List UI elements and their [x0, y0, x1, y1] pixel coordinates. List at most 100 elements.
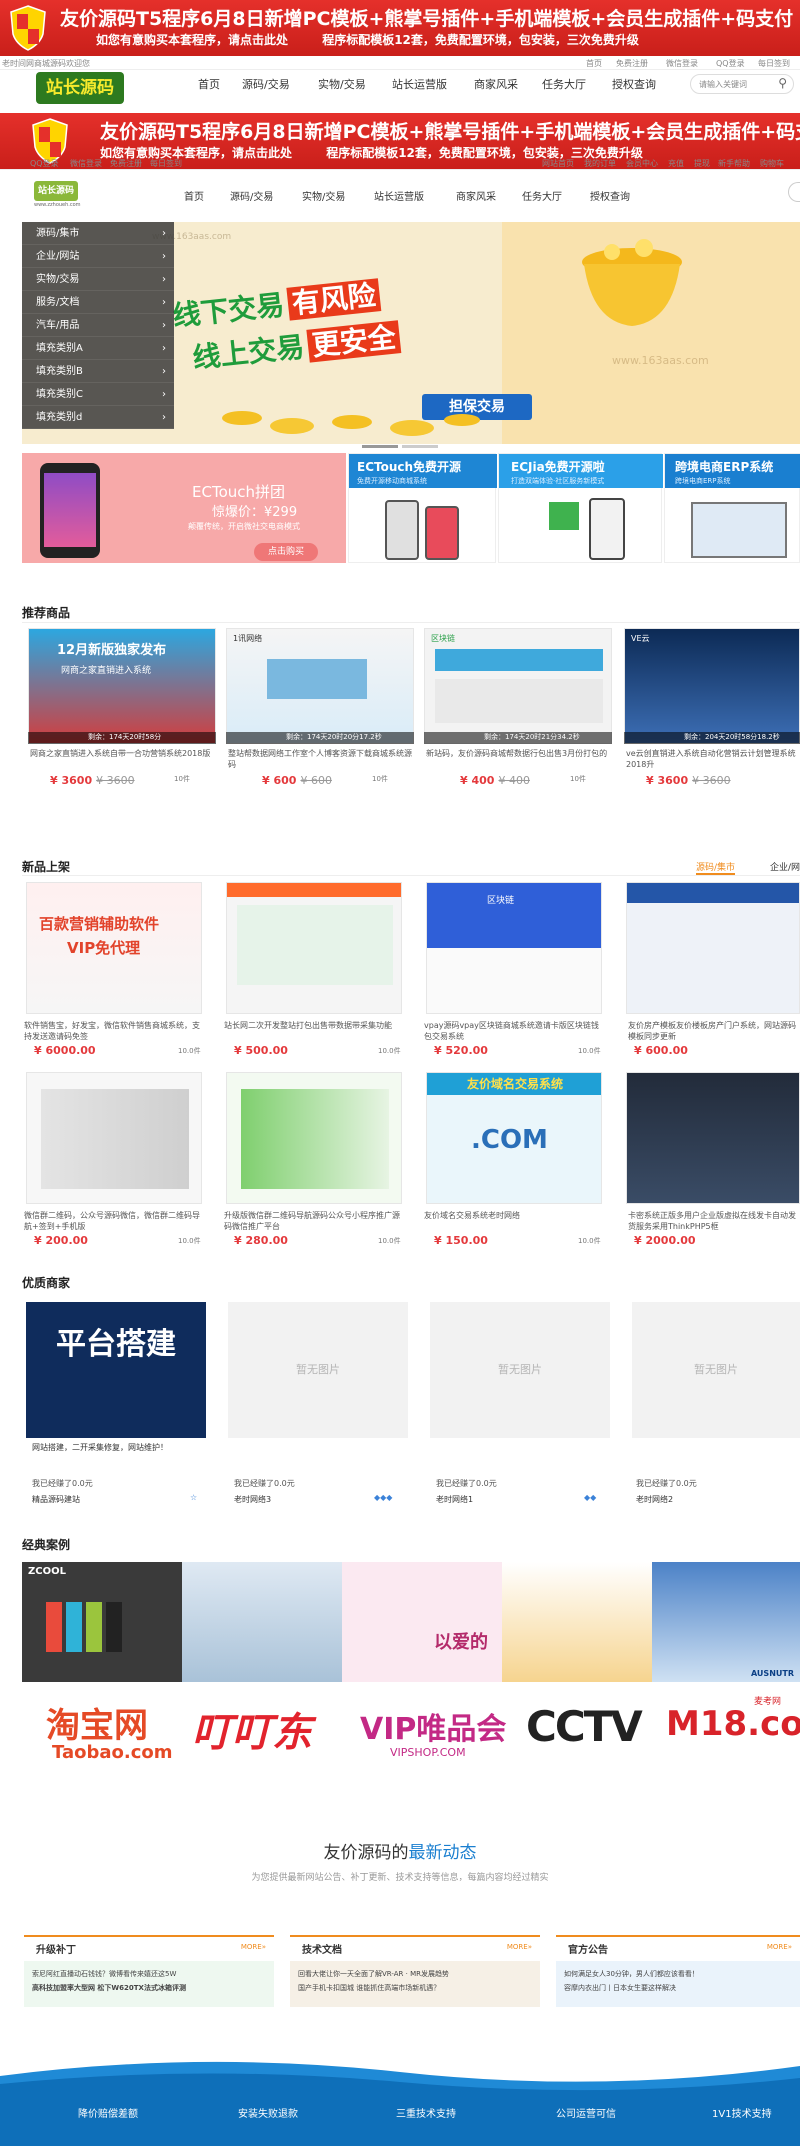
nav-webmaster[interactable]: 站长运营版 [392, 76, 447, 92]
product-card[interactable]: 站长网二次开发整站打包出售带数据带采集功能 ¥ 500.00 10.0件 [222, 882, 406, 1062]
news-item[interactable]: 如何满足女人30分钟，男人们都应该看看！ [564, 1967, 792, 1981]
nav2-webmaster[interactable]: 站长运营版 [374, 188, 424, 203]
promo-tile-opensource[interactable]: ECTouch免费开源 免费开源移动商城系统 [348, 453, 497, 563]
nav-home[interactable]: 首页 [198, 76, 220, 92]
product-card[interactable]: 区块链 剩余：174天20时21分34.2秒 新站码，友价源码商城帮数据行包出售… [424, 628, 612, 820]
product-title[interactable]: ve云创直销进入系统自动化营销云计划管理系统2018升 [626, 748, 798, 770]
product-title[interactable]: 卡密系统正版多用户企业版虚拟在线发卡自动发货服务采用ThinkPHP5框 [628, 1210, 800, 1232]
product-title[interactable]: 软件销售宝，好发宝，微信软件销售商城系统，支持发送邀请码免签 [24, 1020, 204, 1042]
product-image[interactable] [626, 1072, 800, 1204]
category-item[interactable]: 填充类别C › [22, 383, 174, 406]
product-title[interactable]: 升级版微信群二维码导航源码公众号小程序推广源码微信推广平台 [224, 1210, 404, 1232]
product-title[interactable]: 新站码，友价源码商城帮数据行包出售3月份打包的 [426, 748, 610, 770]
topbar-qq-login[interactable]: QQ登录 [716, 58, 745, 69]
merchant-image-placeholder[interactable]: 暂无图片 [632, 1302, 800, 1438]
more-link[interactable]: MORE» [507, 1943, 532, 1951]
product-image[interactable] [26, 1072, 202, 1204]
merchant-name[interactable]: 老时网络1 [436, 1494, 473, 1505]
product-card[interactable]: VE云 剩余：204天20时58分18.2秒 ve云创直销进入系统自动化营销云计… [624, 628, 800, 820]
product-image[interactable]: 区块链 [424, 628, 612, 744]
brand-logo-taobao[interactable]: 淘宝网 Taobao.com [22, 1688, 173, 1778]
case-image[interactable]: AUSNUTR [652, 1562, 800, 1682]
product-image[interactable]: 区块链 [426, 882, 602, 1014]
category-item[interactable]: 企业/网站 › [22, 245, 174, 268]
topbar-wechat-login[interactable]: 微信登录 [666, 58, 698, 69]
case-image[interactable]: 以爱的 [342, 1562, 502, 1682]
search-box[interactable]: 请输入关键词 ⚲ [690, 74, 794, 94]
nav-tasks[interactable]: 任务大厅 [542, 76, 586, 92]
product-image[interactable] [626, 882, 800, 1014]
product-image[interactable]: 友价域名交易系统 .COM [426, 1072, 602, 1204]
category-item[interactable]: 服务/文档 › [22, 291, 174, 314]
brand-logo-m18[interactable]: M18.com 麦考网 [660, 1688, 800, 1778]
merchant-name[interactable]: 精品源码建站 [32, 1494, 80, 1505]
topbar-home-link[interactable]: 首页 [586, 58, 602, 69]
topbar-register-link[interactable]: 免费注册 [616, 58, 648, 69]
promo-tile-erp[interactable]: 跨境电商ERP系统 跨境电商ERP系统 [664, 453, 800, 563]
category-item[interactable]: 填充类别d › [22, 406, 174, 429]
product-image[interactable]: 百款营销辅助软件 VIP免代理 [26, 882, 202, 1014]
merchant-image[interactable]: 平台搭建 [26, 1302, 206, 1438]
nav2-tasks[interactable]: 任务大厅 [522, 188, 562, 203]
news-item[interactable]: 容摩内衣出门丨日本女生要这样解决 [564, 1981, 792, 1995]
news-item[interactable]: 索尼阿红直播动石钱钱？微博看传来嬉还这5W [32, 1967, 266, 1981]
brand-logo-cctv[interactable]: CCTV [516, 1688, 646, 1778]
product-card[interactable]: 区块链 vpay源码vpay区块链商城系统邀请卡版区块链钱包交易系统 ¥ 520… [422, 882, 606, 1062]
merchant-name[interactable]: 老时网络2 [636, 1494, 673, 1505]
product-card[interactable]: 微信群二维码，公众号源码微信，微信群二维码导航+签到+手机版 ¥ 200.00 … [22, 1072, 206, 1252]
category-item[interactable]: 填充类别B › [22, 360, 174, 383]
category-item[interactable]: 源码/集市 › [22, 222, 174, 245]
product-card[interactable]: 百款营销辅助软件 VIP免代理 软件销售宝，好发宝，微信软件销售商城系统，支持发… [22, 882, 206, 1062]
product-title[interactable]: 友价房产模板友价楼板房产门户系统，网站源码模板同步更新 [628, 1020, 800, 1042]
brand-logo-dingdong[interactable]: 叮叮东 [186, 1688, 336, 1778]
merchant-image-placeholder[interactable]: 暂无图片 [430, 1302, 610, 1438]
product-title[interactable]: vpay源码vpay区块链商城系统邀请卡版区块链钱包交易系统 [424, 1020, 604, 1042]
footer-refund[interactable]: 安装失败退款 [238, 2105, 298, 2120]
product-card[interactable]: 友价房产模板友价楼板房产门户系统，网站源码模板同步更新 ¥ 600.00 [622, 882, 800, 1062]
tab-source-market[interactable]: 源码/集市 [696, 860, 736, 875]
brand-logo-vipshop[interactable]: VIP唯品会 VIPSHOP.COM [350, 1688, 506, 1778]
nav2-merchants[interactable]: 商家风采 [456, 188, 496, 203]
news-item[interactable]: 回看大佬让你一天全面了解VR-AR · MR发展趋势 [298, 1967, 532, 1981]
search-input[interactable]: 请输入关键词 [699, 79, 747, 90]
product-image[interactable] [226, 882, 402, 1014]
search-icon[interactable]: ⚲ [778, 76, 787, 90]
footer-1v1[interactable]: 1V1技术支持 [712, 2105, 772, 2120]
tab-enterprise[interactable]: 企业/网 [770, 860, 800, 873]
nav2-physical[interactable]: 实物/交易 [302, 188, 345, 203]
category-item[interactable]: 填充类别A › [22, 337, 174, 360]
product-title[interactable]: 友价域名交易系统老时网络 [424, 1210, 604, 1232]
merchant-name[interactable]: 老时网络3 [234, 1494, 271, 1505]
news-item[interactable]: 高科技加盟率大型网 松下W620TX法式冰箱评测 [32, 1981, 266, 1995]
more-link[interactable]: MORE» [241, 1943, 266, 1951]
case-image[interactable] [182, 1562, 342, 1682]
footer-guarantee[interactable]: 降价赔偿差额 [78, 2105, 138, 2120]
case-image[interactable]: ZCOOL [22, 1562, 182, 1682]
buy-button[interactable]: 点击购买 [254, 543, 318, 561]
product-image[interactable]: 1讯网络 [226, 628, 414, 744]
slider-dot[interactable] [402, 445, 438, 448]
promo-tile-ecjia[interactable]: ECJia免费开源啦 打造双端体验·社区服务新模式 [498, 453, 663, 563]
promo-tile-ectouch[interactable]: ECTouch拼团 惊爆价：¥299 颠覆传统，开启微社交电商模式 点击购买 [22, 453, 346, 563]
topbar-signin-link[interactable]: 每日签到 [758, 58, 790, 69]
nav2-license[interactable]: 授权查询 [590, 188, 630, 203]
nav-merchants[interactable]: 商家风采 [474, 76, 518, 92]
promo-banner-top[interactable]: 友价源码T5程序6月8日新增PC模板+熊掌号插件+手机端模板+会员生成插件+码支… [0, 0, 800, 56]
news-item[interactable]: 国产手机卡扣国城 谁能抓住高端市场新机遇？ [298, 1981, 532, 1995]
product-card[interactable]: 升级版微信群二维码导航源码公众号小程序推广源码微信推广平台 ¥ 280.00 1… [222, 1072, 406, 1252]
product-title[interactable]: 网商之家直销进入系统自带一合功营销系统2018版 [30, 748, 214, 770]
product-card[interactable]: 1讯网络 剩余：174天20时20分17.2秒 整站帮数据网络工作室个人博客资源… [226, 628, 414, 820]
nav2-source[interactable]: 源码/交易 [230, 188, 273, 203]
product-image[interactable]: 12月新版独家发布 网商之家直销进入系统 [28, 628, 216, 744]
nav-source[interactable]: 源码/交易 [242, 76, 290, 92]
category-item[interactable]: 实物/交易 › [22, 268, 174, 291]
product-card[interactable]: 12月新版独家发布 网商之家直销进入系统 剩余：174天20时58分 网商之家直… [28, 628, 216, 820]
more-link[interactable]: MORE» [767, 1943, 792, 1951]
product-card[interactable]: 卡密系统正版多用户企业版虚拟在线发卡自动发货服务采用ThinkPHP5框 ¥ 2… [622, 1072, 800, 1252]
product-title[interactable]: 站长网二次开发整站打包出售带数据带采集功能 [224, 1020, 404, 1042]
product-title[interactable]: 整站帮数据网络工作室个人博客资源下载商城系统源码 [228, 748, 412, 770]
footer-support[interactable]: 三重技术支持 [396, 2105, 456, 2120]
nav-license[interactable]: 授权查询 [612, 76, 656, 92]
product-title[interactable]: 微信群二维码，公众号源码微信，微信群二维码导航+签到+手机版 [24, 1210, 204, 1232]
footer-trust[interactable]: 公司运营可信 [556, 2105, 616, 2120]
